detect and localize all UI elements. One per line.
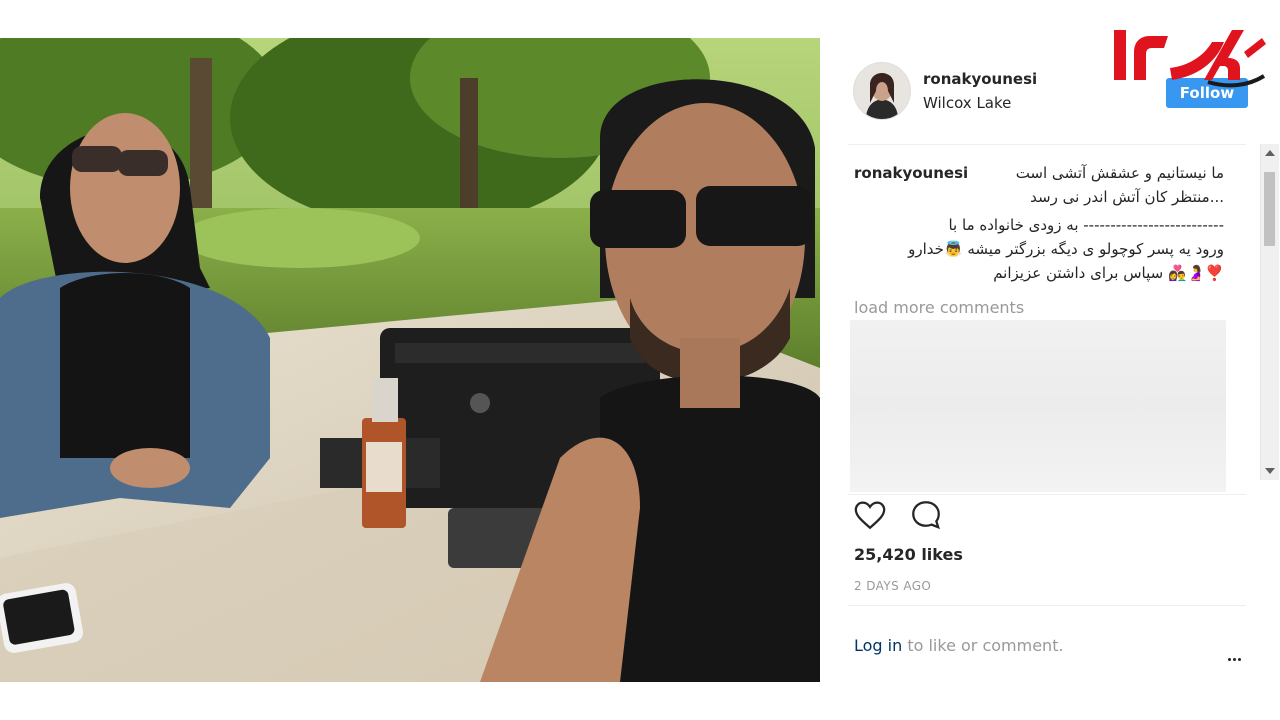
location-link[interactable]: Wilcox Lake — [923, 94, 1011, 112]
post-photo — [0, 38, 820, 682]
comments-area: ronakyounesi ما نیستانیم و عشقش آتشی است… — [850, 158, 1230, 494]
likes-count[interactable]: 25,420 likes — [854, 545, 963, 564]
heart-icon[interactable] — [853, 498, 887, 532]
comments-scrollbar[interactable] — [1260, 144, 1279, 480]
comment-icon[interactable] — [909, 498, 943, 532]
caption-username[interactable]: ronakyounesi — [854, 164, 968, 182]
caption-line: ورود یه پسر کوچولو ی دیگه بزرگتر میشه 👼خ… — [908, 240, 1224, 258]
caption-line: ما نیستانیم و عشقش آتشی است — [1015, 164, 1224, 182]
scroll-down-arrow-icon[interactable] — [1265, 468, 1275, 474]
login-prompt: Log in to like or comment. — [854, 636, 1064, 655]
scroll-up-arrow-icon[interactable] — [1265, 150, 1275, 156]
username-link[interactable]: ronakyounesi — [923, 70, 1037, 88]
more-options-icon[interactable] — [1228, 646, 1243, 665]
divider — [848, 494, 1246, 495]
login-link[interactable]: Log in — [854, 636, 902, 655]
divider — [848, 144, 1246, 145]
scroll-thumb[interactable] — [1264, 172, 1275, 246]
logo — [1108, 22, 1268, 92]
login-prompt-text: to like or comment. — [902, 636, 1064, 655]
caption-line: ❣️🤰👩‍❤️‍👨 سپاس برای داشتن عزیزانم — [993, 264, 1224, 282]
avatar[interactable] — [853, 62, 911, 120]
caption-line: -------------------------- به زودی خانوا… — [948, 216, 1224, 234]
caption-line: ...منتظر کان آتش اندر نی رسد — [1030, 188, 1224, 206]
post-sidebar: ronakyounesi Wilcox Lake Follow ronakyou… — [820, 38, 1280, 682]
blurred-comments — [850, 320, 1226, 492]
divider — [848, 605, 1246, 606]
load-more-comments-link[interactable]: load more comments — [854, 298, 1024, 317]
post-date: 2 DAYS AGO — [854, 579, 932, 593]
